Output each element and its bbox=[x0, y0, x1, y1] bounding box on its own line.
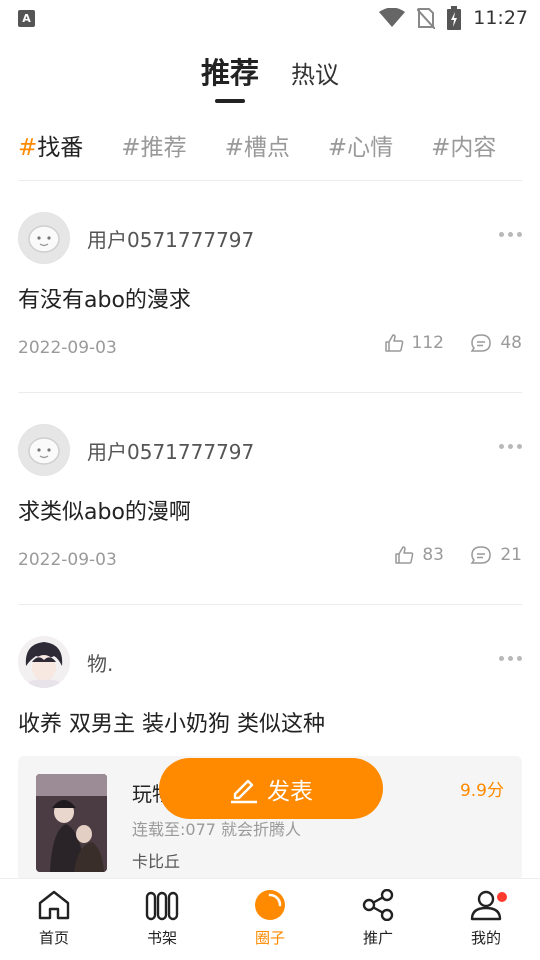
post-date: 2022-09-03 bbox=[18, 338, 117, 358]
hash-symbol: # bbox=[121, 135, 141, 161]
divider bbox=[18, 392, 522, 393]
status-right-group: 11:27 bbox=[379, 6, 528, 30]
post-title[interactable]: 收养 双男主 装小奶狗 类似这种 bbox=[18, 706, 325, 738]
notification-badge bbox=[497, 892, 507, 902]
username[interactable]: 物. bbox=[87, 648, 113, 677]
circle-icon bbox=[255, 890, 285, 920]
publish-label: 发表 bbox=[267, 778, 313, 805]
share-icon bbox=[362, 889, 394, 921]
post-card[interactable]: 用户0571777797 有没有abo的漫求 2022-09-03 112 48 bbox=[18, 212, 522, 372]
hashtag-label: 找番 bbox=[37, 135, 84, 161]
post-card[interactable]: 用户0571777797 求类似abo的漫啊 2022-09-03 83 21 bbox=[18, 424, 522, 584]
book-cover-image[interactable] bbox=[36, 774, 107, 872]
username[interactable]: 用户0571777797 bbox=[87, 436, 254, 465]
home-icon bbox=[38, 890, 70, 920]
top-tab-bar: 推荐 热议 bbox=[0, 50, 540, 106]
tab-hot-discussion[interactable]: 热议 bbox=[291, 55, 339, 90]
divider bbox=[18, 604, 522, 605]
hash-symbol: # bbox=[18, 135, 38, 161]
nav-home[interactable]: 首页 bbox=[19, 889, 89, 955]
edit-icon bbox=[231, 779, 257, 803]
comment-count: 21 bbox=[500, 545, 522, 565]
hashtag-filter-bar: #找番 #推荐 #槽点 #心情 #内容 bbox=[18, 128, 522, 162]
username[interactable]: 用户0571777797 bbox=[87, 224, 254, 253]
hashtag-label: 心情 bbox=[347, 135, 394, 161]
thumbs-up-icon bbox=[384, 334, 403, 352]
bookshelf-icon bbox=[145, 891, 179, 921]
more-options-icon[interactable] bbox=[499, 232, 522, 237]
hashtag-label: 槽点 bbox=[243, 135, 290, 161]
accessibility-notification-icon: A bbox=[18, 10, 35, 27]
post-card[interactable]: 物. 收养 双男主 装小奶狗 类似这种 bbox=[18, 636, 522, 746]
book-author: 卡比丘 bbox=[132, 852, 181, 871]
divider bbox=[18, 180, 522, 181]
comment-button[interactable]: 48 bbox=[470, 333, 522, 353]
avatar[interactable] bbox=[18, 212, 70, 264]
battery-charging-icon bbox=[447, 6, 462, 30]
default-avatar-icon bbox=[19, 425, 69, 475]
nav-label: 圈子 bbox=[254, 929, 285, 947]
book-cover-art-icon bbox=[36, 774, 107, 872]
default-avatar-icon bbox=[19, 213, 69, 263]
hashtag-label: 推荐 bbox=[140, 135, 187, 161]
nav-label: 首页 bbox=[38, 929, 69, 947]
more-options-icon[interactable] bbox=[499, 444, 522, 449]
more-options-icon[interactable] bbox=[499, 656, 522, 661]
like-button[interactable]: 112 bbox=[384, 333, 444, 353]
nav-label: 我的 bbox=[470, 929, 501, 947]
comment-icon bbox=[470, 334, 492, 352]
comment-button[interactable]: 21 bbox=[470, 545, 522, 565]
hashtag-recommend[interactable]: #推荐 bbox=[121, 128, 186, 162]
hashtag-content[interactable]: #内容 bbox=[431, 128, 496, 162]
nav-bookshelf[interactable]: 书架 bbox=[127, 889, 197, 955]
active-tab-indicator bbox=[215, 99, 245, 103]
hash-symbol: # bbox=[431, 135, 451, 161]
post-date: 2022-09-03 bbox=[18, 550, 117, 570]
hashtag-mood[interactable]: #心情 bbox=[328, 128, 393, 162]
thumbs-up-icon bbox=[395, 546, 414, 564]
post-title[interactable]: 有没有abo的漫求 bbox=[18, 282, 191, 314]
nav-promote[interactable]: 推广 bbox=[343, 889, 413, 955]
book-score: 9.9分 bbox=[459, 781, 504, 801]
avatar[interactable] bbox=[18, 636, 70, 688]
like-button[interactable]: 83 bbox=[394, 545, 444, 565]
hashtag-find-anime[interactable]: #找番 bbox=[18, 128, 83, 162]
wifi-icon bbox=[379, 8, 406, 27]
nav-label: 书架 bbox=[146, 929, 177, 947]
comment-count: 48 bbox=[500, 333, 522, 353]
book-update-status: 连载至:077 就会折腾人 bbox=[132, 820, 302, 839]
post-title[interactable]: 求类似abo的漫啊 bbox=[18, 494, 191, 526]
hashtag-label: 内容 bbox=[450, 135, 497, 161]
avatar[interactable] bbox=[18, 424, 70, 476]
user-avatar-image-icon bbox=[18, 636, 70, 688]
tab-recommend[interactable]: 推荐 bbox=[201, 50, 259, 92]
like-count: 83 bbox=[422, 545, 444, 565]
no-sim-icon bbox=[417, 8, 436, 29]
hashtag-complaints[interactable]: #槽点 bbox=[225, 128, 290, 162]
clock: 11:27 bbox=[473, 7, 528, 29]
hash-symbol: # bbox=[327, 135, 348, 161]
bottom-nav-bar: 首页 书架 圈子 推广 我的 bbox=[0, 878, 540, 960]
nav-mine[interactable]: 我的 bbox=[451, 889, 521, 955]
status-bar: A 11:27 bbox=[0, 0, 540, 36]
hash-symbol: # bbox=[224, 135, 244, 161]
nav-label: 推广 bbox=[362, 929, 393, 947]
like-count: 112 bbox=[411, 333, 444, 353]
comment-icon bbox=[470, 546, 492, 564]
publish-button[interactable]: 发表 bbox=[159, 758, 383, 819]
nav-circle[interactable]: 圈子 bbox=[235, 889, 305, 955]
